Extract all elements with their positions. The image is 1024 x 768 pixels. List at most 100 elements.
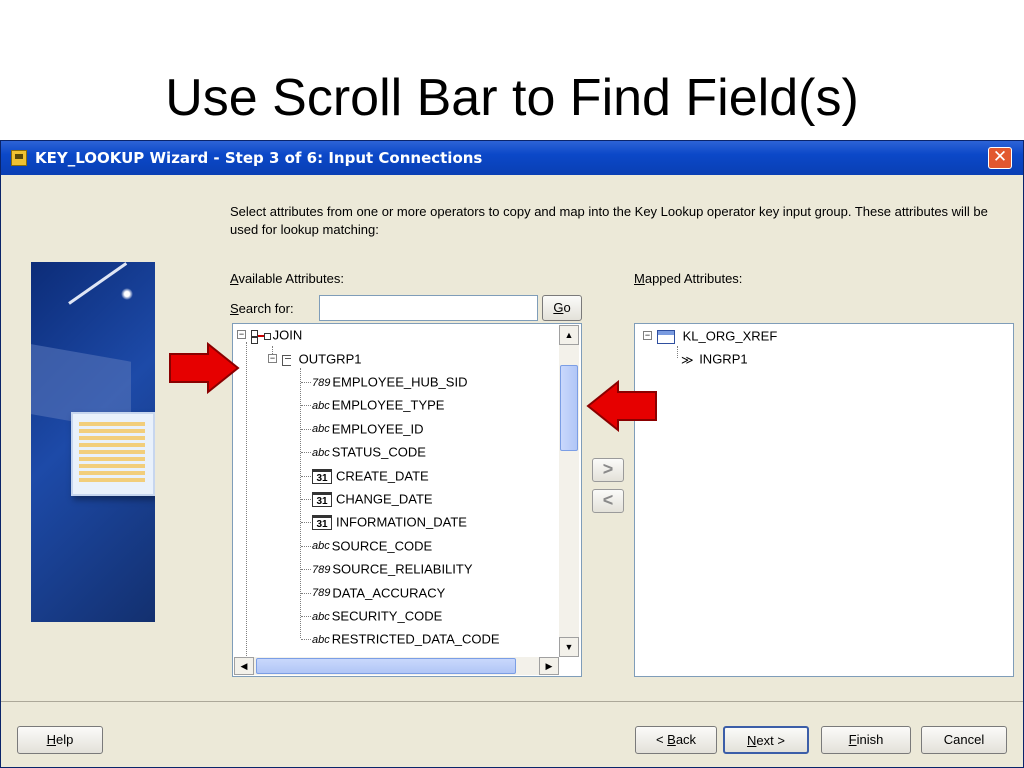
tree-line	[300, 368, 301, 638]
cancel-button[interactable]: Cancel	[921, 726, 1007, 754]
text-type-icon: abc	[312, 633, 330, 646]
attribute-label: EMPLOYEE_ID	[331, 421, 424, 437]
group-icon	[281, 354, 293, 366]
wizard-illustration	[31, 262, 155, 622]
tree-line	[301, 569, 311, 571]
collapse-toggle[interactable]: −	[237, 330, 246, 339]
attribute-item[interactable]: abc RESTRICTED_DATA_CODE	[312, 629, 500, 649]
attribute-item[interactable]: 31 CREATE_DATE	[312, 466, 429, 486]
attribute-label: CREATE_DATE	[336, 468, 429, 484]
tree-node-label: JOIN	[272, 327, 303, 343]
attribute-item[interactable]: abc SECURITY_CODE	[312, 606, 442, 626]
available-attributes-tree[interactable]: − JOIN − OUTGRP1 789 EMPLOYEE_HUB_SID abc E…	[232, 323, 582, 677]
spreadsheet-icon	[71, 412, 155, 496]
tree-line	[246, 342, 247, 660]
tree-line	[301, 639, 311, 641]
tree-node-label: INGRP1	[699, 351, 748, 367]
go-button[interactable]: Go	[542, 295, 582, 321]
attribute-label: DATA_ACCURACY	[332, 585, 446, 601]
number-type-icon: 789	[312, 587, 331, 600]
callout-arrow-right-shape	[169, 342, 240, 394]
close-button[interactable]: ✕	[988, 147, 1012, 169]
scroll-right-button[interactable]: ▶	[539, 657, 559, 675]
tree-line	[677, 346, 678, 358]
horizontal-scrollbar[interactable]: ◀ ▶	[234, 657, 559, 675]
mapped-attributes-tree[interactable]: − KL_ORG_XREF ≫ INGRP1	[634, 323, 1014, 677]
text-type-icon: abc	[312, 399, 330, 412]
attribute-item[interactable]: abc EMPLOYEE_TYPE	[312, 395, 444, 415]
collapse-toggle[interactable]: −	[643, 331, 652, 340]
callout-arrow-left-shape	[586, 380, 657, 432]
text-type-icon: abc	[312, 423, 330, 436]
attribute-item[interactable]: 31 CHANGE_DATE	[312, 489, 433, 509]
collapse-toggle[interactable]: −	[268, 354, 277, 363]
attribute-item[interactable]: abc SOURCE_CODE	[312, 536, 432, 556]
callout-arrow-right	[169, 342, 240, 394]
title-bar: KEY_LOOKUP Wizard - Step 3 of 6: Input C…	[1, 141, 1023, 175]
attribute-item[interactable]: 789 SOURCE_RELIABILITY	[312, 559, 473, 579]
scroll-left-button[interactable]: ◀	[234, 657, 254, 675]
attribute-label: CHANGE_DATE	[336, 491, 433, 507]
tree-line	[301, 545, 311, 547]
search-input[interactable]	[319, 295, 538, 321]
tree-node-outgrp1[interactable]: OUTGRP1	[281, 349, 361, 369]
text-type-icon: abc	[312, 540, 330, 553]
text-type-icon: abc	[312, 610, 330, 623]
attribute-label: RESTRICTED_DATA_CODE	[331, 631, 500, 647]
callout-arrow-left	[586, 380, 657, 432]
search-for-label: Search for:	[230, 301, 294, 316]
attribute-label: SECURITY_CODE	[331, 608, 443, 624]
date-type-icon: 31	[312, 515, 332, 531]
attribute-label: EMPLOYEE_TYPE	[331, 397, 445, 413]
window-title: KEY_LOOKUP Wizard - Step 3 of 6: Input C…	[35, 149, 483, 167]
attribute-label: INFORMATION_DATE	[336, 514, 467, 530]
magic-wand-icon	[68, 262, 128, 305]
text-type-icon: abc	[312, 446, 330, 459]
tree-node-join[interactable]: JOIN	[251, 325, 302, 345]
tree-line	[301, 499, 311, 500]
attribute-item[interactable]: 789 DATA_ACCURACY	[312, 583, 445, 603]
tree-line	[301, 428, 311, 430]
scroll-thumb[interactable]	[560, 365, 578, 451]
tree-line	[301, 616, 311, 617]
available-attributes-label: Available Attributes:	[230, 271, 344, 286]
attribute-label: STATUS_CODE	[331, 444, 426, 460]
back-button[interactable]: < Back	[635, 726, 717, 754]
tree-line	[301, 592, 311, 594]
attribute-label: SOURCE_RELIABILITY	[332, 561, 473, 577]
scroll-down-button[interactable]: ▼	[559, 637, 579, 657]
wizard-app-icon	[11, 150, 27, 166]
remove-attribute-button[interactable]: <	[592, 489, 624, 513]
tree-node-ingrp1[interactable]: ≫ INGRP1	[681, 349, 748, 369]
help-button[interactable]: Help	[17, 726, 103, 754]
attribute-label: EMPLOYEE_HUB_SID	[332, 374, 468, 390]
tree-node-label: OUTGRP1	[298, 351, 362, 367]
date-type-icon: 31	[312, 468, 332, 484]
add-attribute-button[interactable]: >	[592, 458, 624, 482]
number-type-icon: 789	[312, 563, 331, 576]
slide-title: Use Scroll Bar to Find Field(s)	[165, 69, 859, 127]
attribute-label: SOURCE_CODE	[331, 538, 433, 554]
attribute-item[interactable]: 31 INFORMATION_DATE	[312, 512, 467, 532]
number-type-icon: 789	[312, 376, 331, 389]
attribute-item[interactable]: abc EMPLOYEE_ID	[312, 419, 424, 439]
step-description: Select attributes from one or more opera…	[230, 204, 988, 237]
tree-line	[301, 405, 311, 407]
wizard-window: KEY_LOOKUP Wizard - Step 3 of 6: Input C…	[0, 140, 1024, 768]
date-type-icon: 31	[312, 492, 332, 508]
tree-line	[301, 382, 311, 383]
finish-button[interactable]: Finish	[821, 726, 911, 754]
footer-separator	[1, 701, 1023, 702]
attribute-item[interactable]: 789 EMPLOYEE_HUB_SID	[312, 372, 467, 392]
scroll-up-button[interactable]: ▲	[559, 325, 579, 345]
tree-line	[301, 452, 311, 454]
sparkle-icon	[121, 288, 133, 300]
next-button[interactable]: Next >	[723, 726, 809, 754]
scroll-thumb-horizontal[interactable]	[256, 658, 516, 674]
input-group-icon: ≫	[681, 352, 694, 367]
vertical-scrollbar[interactable]: ▲ ▼	[559, 325, 579, 657]
table-operator-icon	[657, 329, 675, 344]
tree-node-kl-org-xref[interactable]: KL_ORG_XREF	[657, 326, 777, 346]
attribute-item[interactable]: abc STATUS_CODE	[312, 442, 426, 462]
tree-node-label: KL_ORG_XREF	[682, 328, 778, 344]
